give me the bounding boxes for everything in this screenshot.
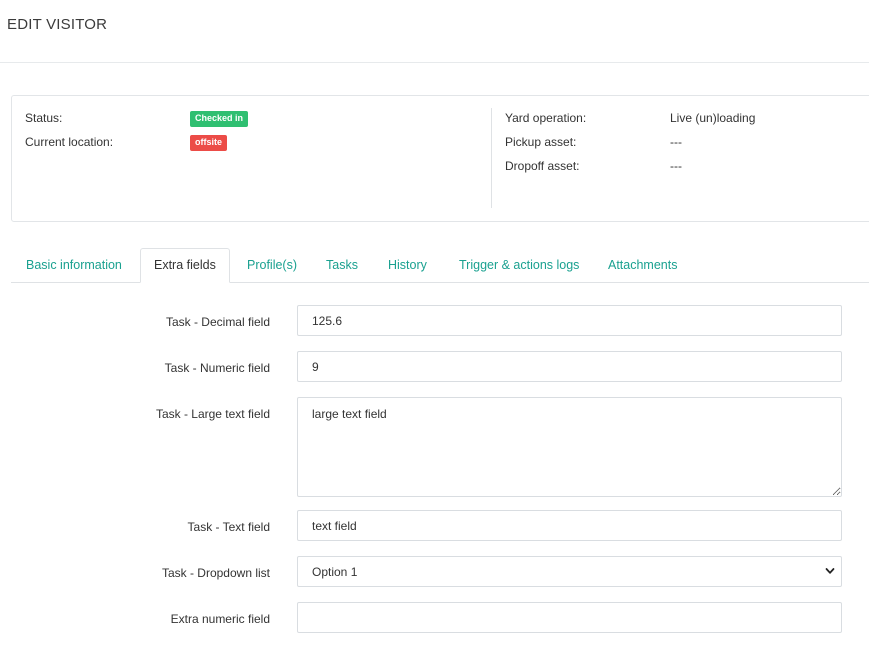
dropoff-asset-value: --- <box>670 159 682 173</box>
tab-history[interactable]: History <box>388 248 427 283</box>
tab-extra-fields[interactable]: Extra fields <box>140 248 230 283</box>
visitor-summary-card: Status: Checked in Current location: off… <box>11 95 869 222</box>
decimal-field-input[interactable] <box>297 305 842 336</box>
dropdown-selected-value: Option 1 <box>312 565 358 579</box>
large-text-field-label: Task - Large text field <box>155 407 270 421</box>
yard-operation-value: Live (un)loading <box>670 111 756 125</box>
text-field-input[interactable] <box>297 510 842 541</box>
pickup-asset-value: --- <box>670 135 682 149</box>
text-field-label: Task - Text field <box>187 520 270 534</box>
chevron-down-icon <box>825 568 835 574</box>
status-label: Status: <box>25 111 63 125</box>
title-divider <box>0 62 869 63</box>
dropdown-list-label: Task - Dropdown list <box>161 566 270 580</box>
tab-attachments[interactable]: Attachments <box>608 248 677 283</box>
tab-profiles[interactable]: Profile(s) <box>247 248 297 283</box>
numeric-field-input[interactable] <box>297 351 842 382</box>
status-badge: Checked in <box>190 111 249 127</box>
dropoff-asset-label: Dropoff asset: <box>505 159 580 173</box>
tab-tasks[interactable]: Tasks <box>326 248 358 283</box>
extra-numeric-field-label: Extra numeric field <box>170 612 270 626</box>
decimal-field-label: Task - Decimal field <box>165 315 270 329</box>
numeric-field-label: Task - Numeric field <box>164 361 270 375</box>
tab-basic-information[interactable]: Basic information <box>26 248 122 283</box>
current-location-label: Current location: <box>25 135 114 149</box>
location-badge: offsite <box>190 135 227 151</box>
yard-operation-label: Yard operation: <box>505 111 587 125</box>
tab-trigger-actions-logs[interactable]: Trigger & actions logs <box>459 248 579 283</box>
page-title: EDIT VISITOR <box>7 16 108 33</box>
dropdown-list-select[interactable]: Option 1 <box>297 556 842 587</box>
pickup-asset-label: Pickup asset: <box>505 135 577 149</box>
large-text-field-textarea[interactable]: large text field <box>297 397 842 497</box>
summary-divider <box>491 108 492 208</box>
extra-numeric-field-input[interactable] <box>297 602 842 633</box>
